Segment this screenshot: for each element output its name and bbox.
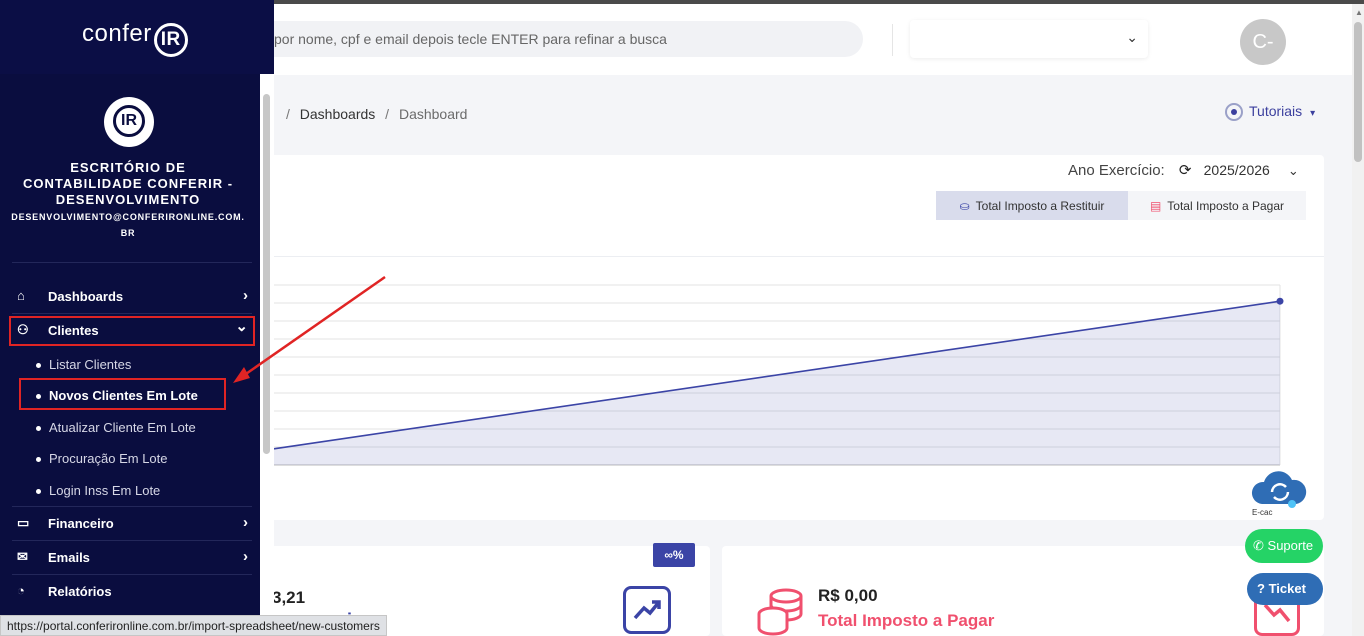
ano-label: Ano Exercício: — [1068, 162, 1165, 179]
page-scrollbar[interactable]: ▲ — [1352, 4, 1364, 636]
question-icon: ? — [1257, 581, 1265, 596]
tax-tabs: ⛀ Total Imposto a Restituir ▤ Total Impost… — [936, 191, 1306, 220]
restituir-value: 3,21 — [272, 588, 306, 607]
scroll-up-icon[interactable]: ▲ — [1355, 8, 1363, 17]
play-circle-icon — [1225, 103, 1243, 122]
sidebar-item-label: Relatórios — [48, 584, 112, 599]
pie-chart-icon: ◔ — [17, 583, 25, 598]
sidebar-item-label: Financeiro — [48, 516, 114, 531]
mail-icon: ✉ — [17, 549, 28, 564]
ticket-label: Ticket — [1268, 581, 1306, 596]
bullet — [36, 426, 41, 432]
ecac-label: E-cac — [1252, 508, 1273, 517]
trending-up-icon — [623, 586, 671, 634]
tab-pagar[interactable]: ▤ Total Imposto a Pagar — [1128, 191, 1306, 220]
chart-point[interactable] — [1276, 297, 1284, 305]
coins-icon — [756, 588, 806, 636]
header-divider — [892, 24, 893, 56]
avatar[interactable]: C- — [1240, 19, 1286, 65]
pagar-label: Total Imposto a Pagar — [818, 611, 995, 630]
breadcrumb-current: Dashboard — [398, 106, 468, 122]
refresh-icon[interactable]: ⟳ — [1179, 162, 1192, 179]
ticket-button[interactable]: ? Ticket — [1247, 573, 1323, 605]
ano-select[interactable]: 2025/2026 ⌄ — [1204, 162, 1299, 179]
page-scrollbar-thumb[interactable] — [1354, 22, 1362, 162]
tutoriais-label: Tutoriais — [1249, 103, 1303, 119]
chevron-down-icon: ⌄ — [1126, 29, 1138, 45]
annotation-arrow — [233, 275, 386, 383]
submenu-label: Login Inss Em Lote — [49, 483, 161, 498]
sidebar-item-relatorios[interactable]: ◔ Relatórios — [0, 575, 260, 609]
stat-card-pagar: R$ 0,00 Total Imposto a Pagar — [722, 546, 1324, 636]
percent-badge: ∞% — [653, 543, 695, 567]
bullet — [36, 489, 41, 495]
sidebar-item-label: Emails — [48, 550, 90, 565]
ano-exercicio: Ano Exercício: ⟳ 2025/2026 ⌄ — [1068, 161, 1299, 179]
suporte-label: Suporte — [1267, 538, 1314, 553]
ano-value: 2025/2026 — [1203, 162, 1270, 178]
caret-down-icon: ▾ — [1310, 108, 1316, 119]
bullet — [36, 457, 41, 463]
pagar-value: R$ 0,00 — [818, 586, 878, 605]
submenu-label: Atualizar Cliente Em Lote — [49, 420, 196, 435]
suporte-button[interactable]: ✆ Suporte — [1245, 529, 1323, 563]
whatsapp-icon: ✆ — [1253, 538, 1264, 553]
ecac-widget[interactable]: E-cac — [1248, 470, 1312, 518]
submenu-atualizar-cliente-lote[interactable]: Atualizar Cliente Em Lote — [36, 420, 196, 435]
tutoriais-dropdown[interactable]: Tutoriais ▾ — [1225, 103, 1316, 122]
tab-restituir[interactable]: ⛀ Total Imposto a Restituir — [936, 191, 1128, 220]
chevron-down-icon: ⌄ — [1287, 163, 1299, 178]
money-bill-icon: ▤ — [1149, 199, 1162, 213]
chart-area-fill — [274, 301, 1280, 465]
submenu-login-inss-lote[interactable]: Login Inss Em Lote — [36, 483, 160, 498]
chart-card: Ano Exercício: ⟳ 2025/2026 ⌄ ⛀ Total Impos… — [262, 155, 1324, 520]
sidebar-item-financeiro[interactable]: ▭ Financeiro › — [0, 507, 260, 541]
tab-restituir-label: Total Imposto a Restituir — [975, 199, 1105, 213]
credit-card-icon: ▭ — [17, 515, 30, 530]
office-select[interactable]: ⌄ — [910, 20, 1148, 58]
chevron-right-icon: › — [243, 548, 248, 565]
chevron-right-icon: › — [243, 514, 248, 531]
tab-pagar-label: Total Imposto a Pagar — [1167, 199, 1285, 213]
top-header: por nome, cpf e email depois tecle ENTER… — [274, 4, 1352, 75]
sidebar-item-emails[interactable]: ✉ Emails › — [0, 541, 260, 575]
area-chart — [273, 284, 1284, 466]
submenu-label: Procuração Em Lote — [49, 451, 168, 466]
card-divider — [262, 256, 1324, 257]
submenu-procuracao-lote[interactable]: Procuração Em Lote — [36, 451, 168, 466]
hand-money-icon: ⛀ — [959, 199, 970, 213]
browser-status-url: https://portal.conferironline.com.br/imp… — [0, 615, 387, 636]
